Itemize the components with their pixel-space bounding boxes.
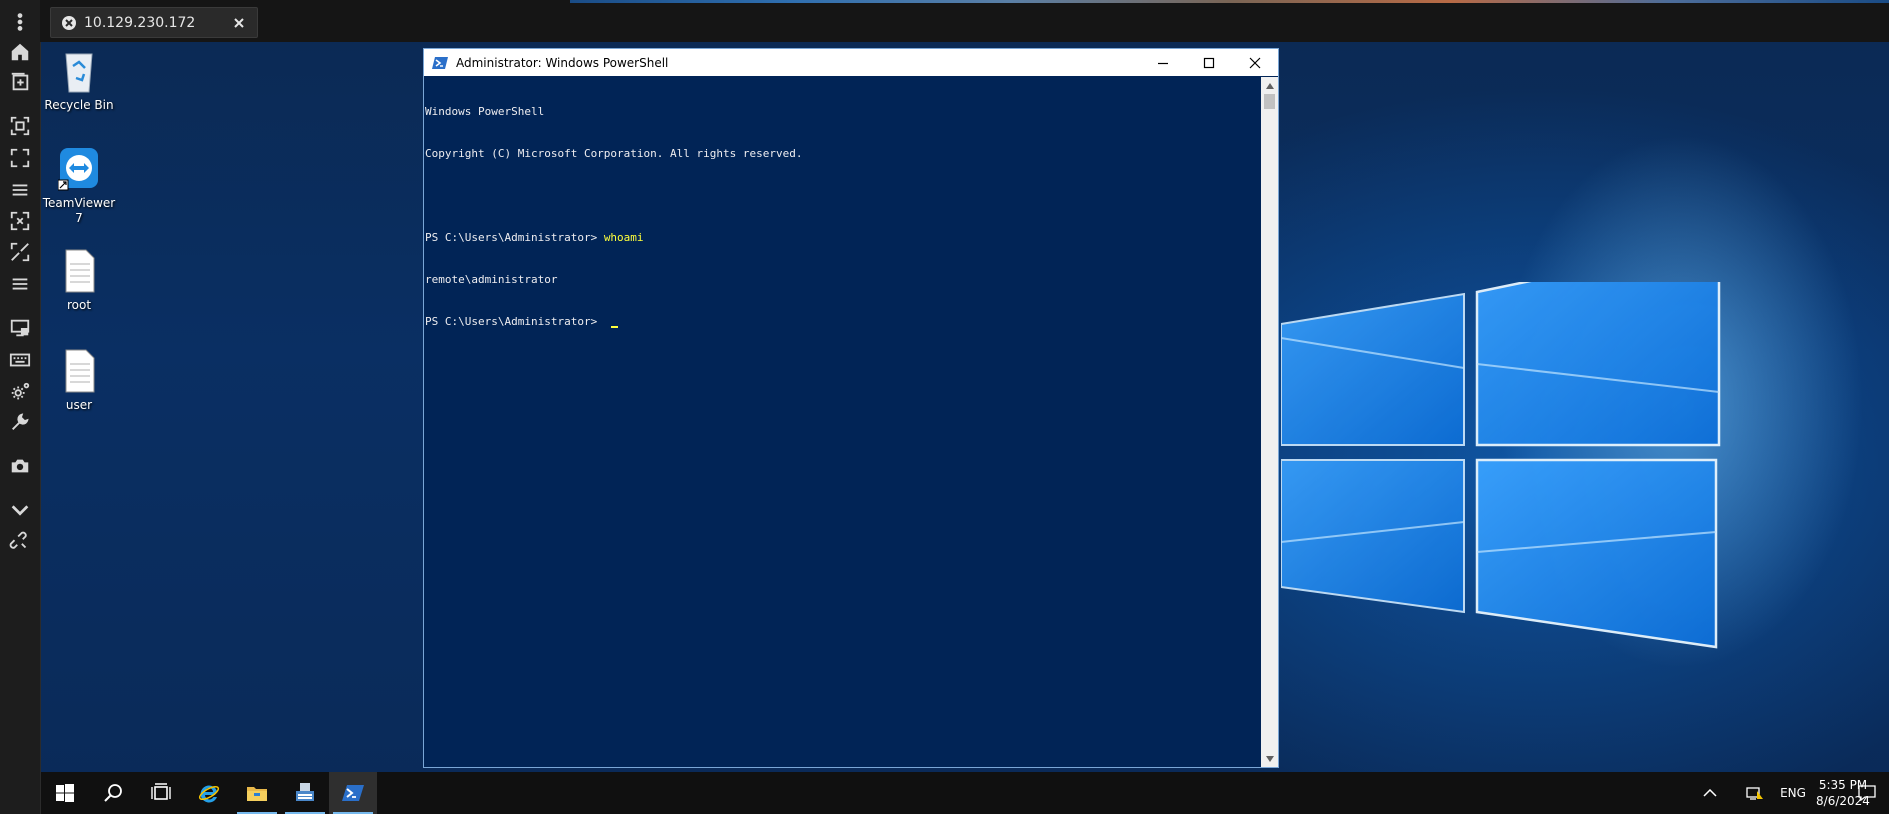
console-prompt-line[interactable]: PS C:\Users\Administrator> [424, 315, 1260, 329]
task-view-icon [151, 783, 171, 800]
desktop-icon-root[interactable]: root [41, 248, 117, 313]
internet-explorer-icon [198, 785, 220, 803]
start-button[interactable] [41, 772, 89, 814]
powershell-titlebar[interactable]: Administrator: Windows PowerShell [424, 49, 1278, 76]
notifications-icon [1858, 785, 1876, 801]
screenshot-area-icon[interactable] [6, 112, 34, 140]
home-icon[interactable] [6, 38, 34, 66]
console-line: remote\administrator [425, 273, 558, 286]
new-window-icon[interactable] [6, 68, 34, 96]
desktop-preview-strip [570, 0, 1889, 3]
text-cursor [610, 326, 618, 328]
desktop-icon-teamviewer[interactable]: TeamViewer 7 [41, 146, 117, 226]
remote-desktop[interactable]: Recycle Bin TeamViewer 7 root user Admin… [41, 42, 1889, 814]
minimize-button[interactable] [1140, 49, 1186, 76]
disconnect-link-icon[interactable] [6, 528, 34, 556]
network-tray-button[interactable] [1741, 772, 1769, 814]
desktop-icon-label: Recycle Bin [44, 98, 114, 112]
desktop-icon-user[interactable]: user [41, 348, 117, 413]
window-title: Administrator: Windows PowerShell [456, 55, 669, 70]
powershell-taskbar-button[interactable] [329, 772, 377, 814]
console-line: Windows PowerShell [425, 105, 545, 118]
text-file-icon [65, 349, 95, 393]
camera-icon[interactable] [6, 452, 34, 480]
menu-dots-icon[interactable] [6, 8, 34, 36]
powershell-icon [342, 785, 364, 801]
desktop-icon-recycle-bin[interactable]: Recycle Bin [41, 48, 117, 113]
windows-taskbar: ENG 5:35 PM 8/6/2024 [41, 772, 1889, 814]
console-output[interactable]: Windows PowerShell Copyright (C) Microso… [424, 77, 1260, 767]
menu-lines-icon[interactable] [6, 176, 34, 204]
server-manager-icon [296, 783, 314, 801]
menu-lines-2-icon[interactable] [6, 270, 34, 298]
command: whoami [603, 231, 644, 244]
scroll-down-arrow-icon[interactable] [1261, 750, 1278, 767]
close-button[interactable] [1232, 49, 1278, 76]
language-indicator[interactable]: ENG [1773, 772, 1813, 814]
task-view-button[interactable] [137, 772, 185, 814]
powershell-icon [432, 56, 448, 69]
network-icon [1746, 787, 1763, 800]
start-icon [56, 784, 74, 802]
server-manager-button[interactable] [281, 772, 329, 814]
desktop-icon-label: user [65, 398, 93, 412]
show-hidden-icons-button[interactable] [1693, 772, 1727, 814]
prompt: PS C:\Users\Administrator> [425, 231, 604, 244]
recycle-bin-icon [65, 53, 93, 93]
tab-bar: 10.129.230.172 [40, 0, 1889, 42]
chevron-down-icon[interactable] [6, 496, 34, 524]
wrench-icon[interactable] [6, 408, 34, 436]
tab-title: 10.129.230.172 [84, 14, 196, 31]
connection-tab[interactable]: 10.129.230.172 [50, 7, 258, 38]
disconnected-icon [62, 15, 76, 30]
scrollbar-thumb[interactable] [1264, 94, 1275, 109]
file-explorer-icon [247, 787, 267, 801]
fit-screen-icon[interactable] [6, 207, 34, 235]
search-icon [104, 784, 122, 802]
left-toolbar [0, 0, 41, 814]
desktop-icon-label: TeamViewer 7 [42, 196, 116, 225]
file-explorer-button[interactable] [233, 772, 281, 814]
powershell-window[interactable]: Administrator: Windows PowerShell Window… [423, 48, 1279, 768]
prompt: PS C:\Users\Administrator> [425, 315, 604, 328]
search-button[interactable] [89, 772, 137, 814]
display-icon[interactable] [6, 314, 34, 342]
maximize-button[interactable] [1186, 49, 1232, 76]
chevron-up-icon [1703, 789, 1717, 797]
teamviewer-icon [58, 148, 98, 191]
console-prompt-line: PS C:\Users\Administrator> whoami [424, 231, 1260, 245]
desktop-icon-label: root [66, 298, 92, 312]
internet-explorer-button[interactable] [185, 772, 233, 814]
keyboard-icon[interactable] [6, 346, 34, 374]
settings-gear-icon[interactable] [6, 378, 34, 406]
console-line: Copyright (C) Microsoft Corporation. All… [425, 147, 803, 160]
text-file-icon [65, 249, 95, 293]
scroll-up-arrow-icon[interactable] [1261, 77, 1278, 94]
resize-icon[interactable] [6, 238, 34, 266]
fullscreen-icon[interactable] [6, 144, 34, 172]
vertical-scrollbar[interactable] [1261, 77, 1278, 767]
action-center-button[interactable] [1845, 772, 1889, 814]
close-tab-icon[interactable] [231, 15, 247, 31]
windows-logo-wallpaper [1281, 282, 1721, 649]
